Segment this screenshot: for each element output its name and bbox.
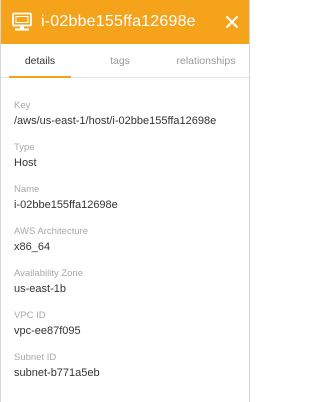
field-label: Name [14, 184, 40, 195]
field-aws-architecture: AWS Architecture x86_64 [14, 224, 249, 256]
panel-title: i-02bbe155ffa12698e [41, 13, 196, 30]
tab-bar: details tags relationships [1, 44, 249, 78]
field-vpc-id: VPC ID vpc-ee87f095 [14, 308, 249, 340]
host-icon [11, 12, 33, 32]
details-list: Key /aws/us-east-1/host/i-02bbe155ffa126… [1, 78, 249, 382]
field-label: AWS Architecture [14, 226, 89, 237]
field-value: i-02bbe155ffa12698e [14, 199, 118, 211]
tab-relationships[interactable]: relationships [161, 44, 249, 77]
field-label: VPC ID [14, 310, 46, 321]
field-value: x86_64 [14, 241, 51, 253]
panel-header: i-02bbe155ffa12698e [1, 0, 249, 44]
field-value: vpc-ee87f095 [14, 325, 81, 337]
field-value: subnet-b771a5eb [14, 367, 100, 379]
field-type: Type Host [14, 140, 249, 172]
field-name: Name i-02bbe155ffa12698e [14, 182, 249, 214]
field-subnet-id: Subnet ID subnet-b771a5eb [14, 350, 249, 382]
details-panel: i-02bbe155ffa12698e details tags relatio… [0, 0, 250, 402]
field-label: Subnet ID [14, 352, 57, 363]
field-label: Type [14, 142, 35, 153]
tab-tags-label: tags [110, 54, 130, 67]
field-value: /aws/us-east-1/host/i-02bbe155ffa12698e [14, 115, 217, 127]
tab-details[interactable]: details [1, 44, 79, 78]
field-label: Key [14, 100, 31, 111]
field-value: Host [14, 157, 37, 169]
field-value: us-east-1b [14, 283, 66, 295]
tab-relationships-label: relationships [176, 54, 236, 67]
tab-tags[interactable]: tags [79, 44, 161, 77]
field-label: Availability Zone [14, 268, 84, 279]
field-key: Key /aws/us-east-1/host/i-02bbe155ffa126… [14, 98, 249, 130]
field-availability-zone: Availability Zone us-east-1b [14, 266, 249, 298]
close-icon[interactable] [223, 13, 241, 31]
tab-details-label: details [24, 54, 56, 67]
